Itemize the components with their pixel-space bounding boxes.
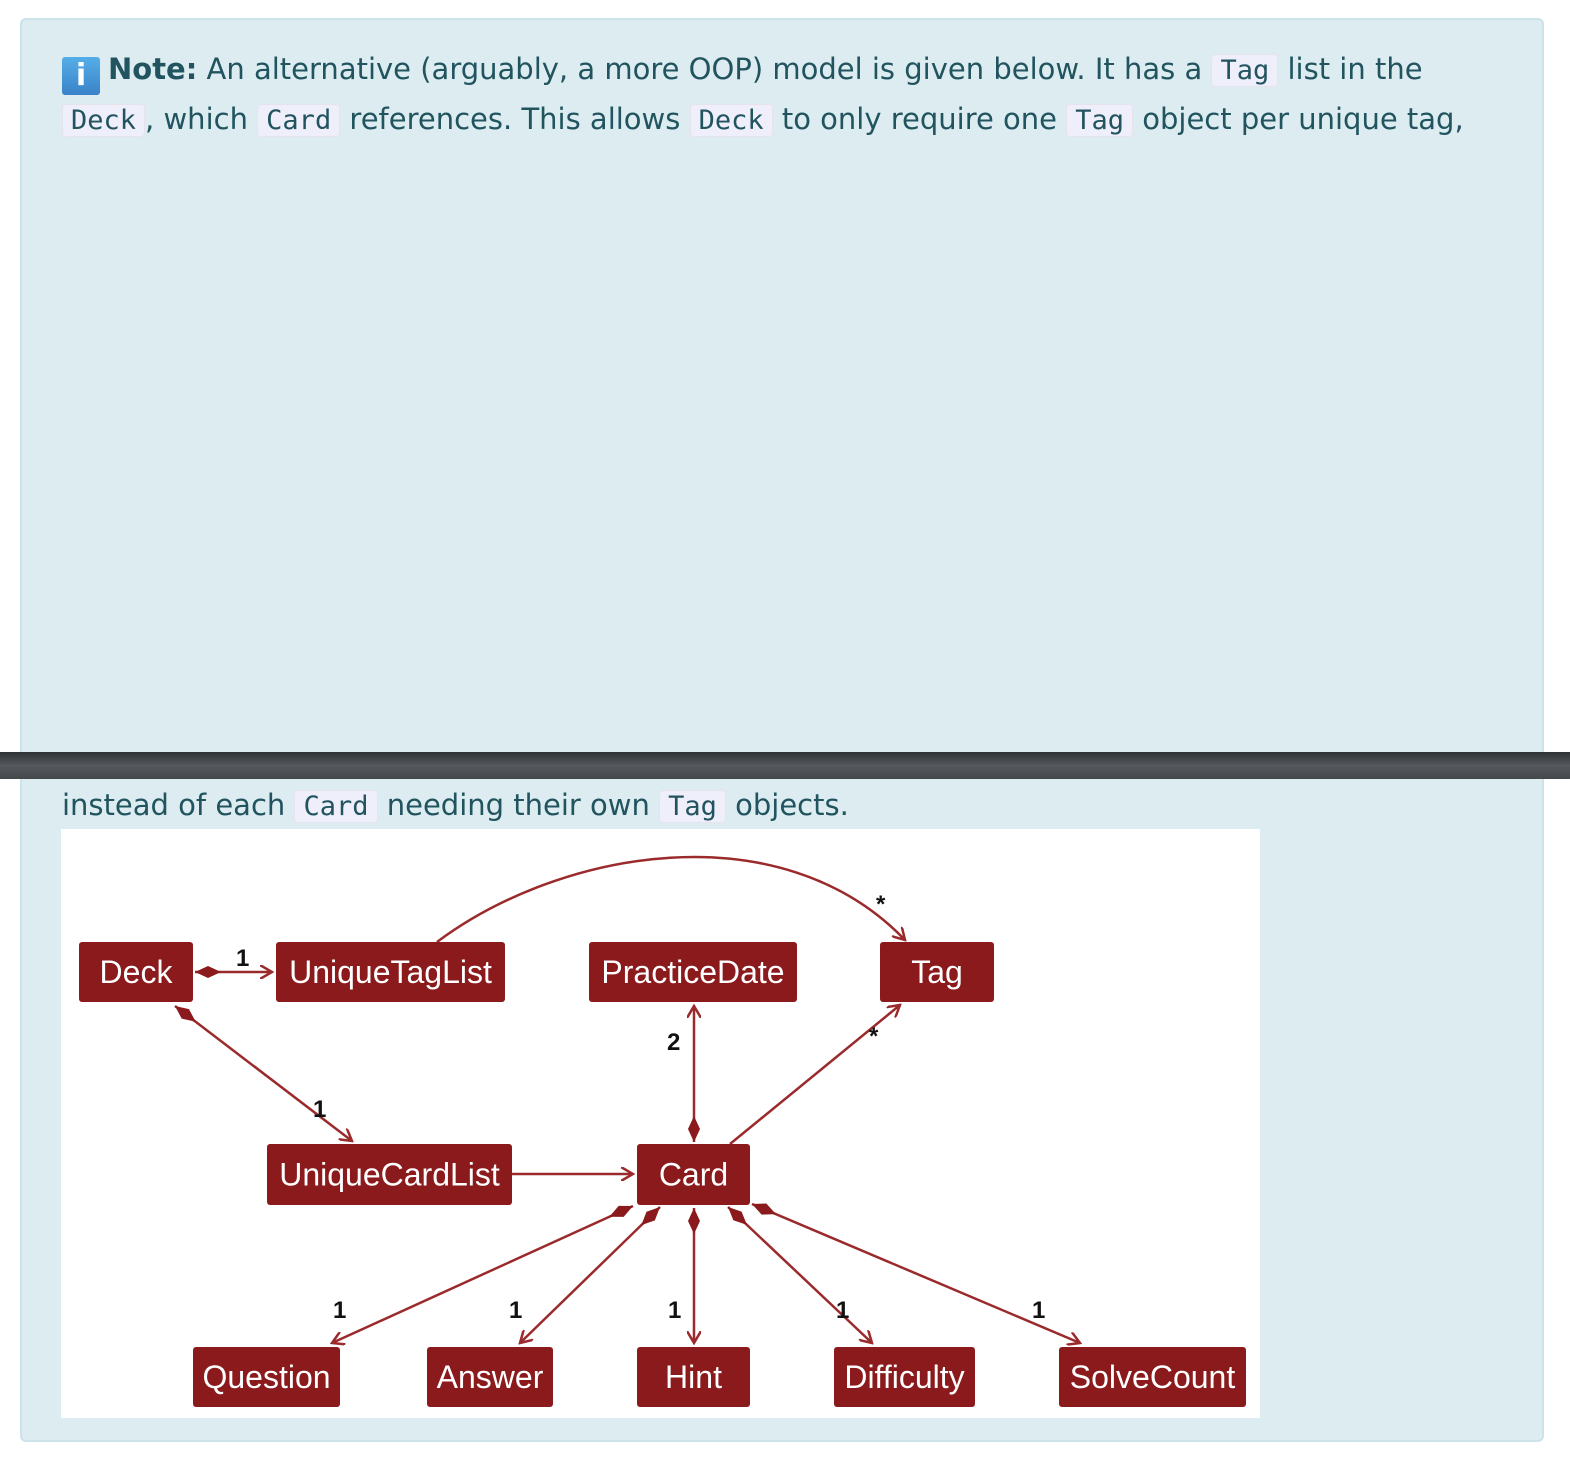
- inline-code: Card: [294, 790, 378, 823]
- text: to only require one: [772, 102, 1067, 136]
- class-box-difficulty: Difficulty: [834, 1347, 975, 1407]
- multiplicity-label: 1: [236, 945, 249, 972]
- edge-card-answer: [520, 1206, 661, 1343]
- class-box-uniquetaglist: UniqueTagList: [276, 942, 505, 1002]
- inline-code: Tag: [659, 790, 726, 823]
- edge-uniquetaglist-tag: [436, 855, 905, 944]
- multiplicity-label: 1: [313, 1096, 326, 1123]
- note-label: Note:: [108, 52, 198, 86]
- class-name: Hint: [665, 1359, 722, 1395]
- note-line-1: i Note: An alternative (arguably, a more …: [62, 44, 1423, 96]
- class-name: Question: [202, 1359, 330, 1395]
- inline-code: Card: [257, 104, 341, 137]
- text: references. This allows: [340, 102, 690, 136]
- multiplicity-label: 1: [1032, 1297, 1045, 1324]
- class-box-tag: Tag: [880, 942, 994, 1002]
- text: list in the: [1278, 52, 1423, 86]
- multiplicity-label: *: [876, 891, 886, 918]
- multiplicity-label: *: [869, 1023, 879, 1050]
- text: , which: [145, 102, 258, 136]
- class-box-card: Card: [637, 1144, 750, 1205]
- class-box-hint: Hint: [637, 1347, 750, 1407]
- inline-code: Tag: [1211, 54, 1279, 87]
- edge-card-difficulty: [727, 1206, 872, 1343]
- class-box-solvecount: SolveCount: [1059, 1347, 1246, 1407]
- class-name: UniqueTagList: [289, 954, 492, 990]
- inline-code: Deck: [62, 104, 146, 137]
- class-box-uniquecardlist: UniqueCardList: [267, 1144, 512, 1205]
- multiplicity-label: 1: [333, 1297, 346, 1324]
- class-diagram: 1 1 * 2 * 1 1 1 1 1 Deck UniqueTagList Pra…: [61, 829, 1260, 1418]
- text: instead of each: [62, 788, 295, 822]
- class-diagram-svg: 1 1 * 2 * 1 1 1 1 1 Deck UniqueTagList Pra…: [79, 855, 1246, 1407]
- class-box-answer: Answer: [427, 1347, 553, 1407]
- class-name: Tag: [911, 954, 963, 990]
- class-name: UniqueCardList: [279, 1157, 500, 1193]
- multiplicity-label: 1: [836, 1297, 849, 1324]
- class-box-practicedate: PracticeDate: [589, 942, 797, 1002]
- inline-code: Tag: [1066, 104, 1134, 137]
- text: An alternative (arguably, a more OOP) mo…: [206, 52, 1212, 86]
- text: needing their own: [377, 788, 660, 822]
- note-line-2: Deck, which Card references. This allows…: [62, 94, 1464, 146]
- class-box-deck: Deck: [79, 942, 193, 1002]
- text: object per unique tag,: [1133, 102, 1464, 136]
- multiplicity-label: 2: [667, 1029, 680, 1056]
- edge-card-question: [332, 1204, 634, 1343]
- multiplicity-label: 1: [509, 1297, 522, 1324]
- class-name: Card: [659, 1157, 728, 1193]
- edge-card-solvecount: [751, 1202, 1080, 1343]
- class-box-question: Question: [193, 1347, 340, 1407]
- info-icon: i: [62, 57, 100, 95]
- note-line-3: instead of each Card needing their own T…: [62, 780, 849, 832]
- class-name: SolveCount: [1070, 1359, 1236, 1395]
- class-name: Difficulty: [844, 1359, 964, 1395]
- inline-code: Deck: [689, 104, 773, 137]
- class-name: PracticeDate: [601, 954, 784, 990]
- multiplicity-label: 1: [668, 1297, 681, 1324]
- text: objects.: [725, 788, 849, 822]
- page-break-band: [0, 752, 1570, 779]
- class-name: Answer: [437, 1359, 544, 1395]
- class-name: Deck: [100, 954, 174, 990]
